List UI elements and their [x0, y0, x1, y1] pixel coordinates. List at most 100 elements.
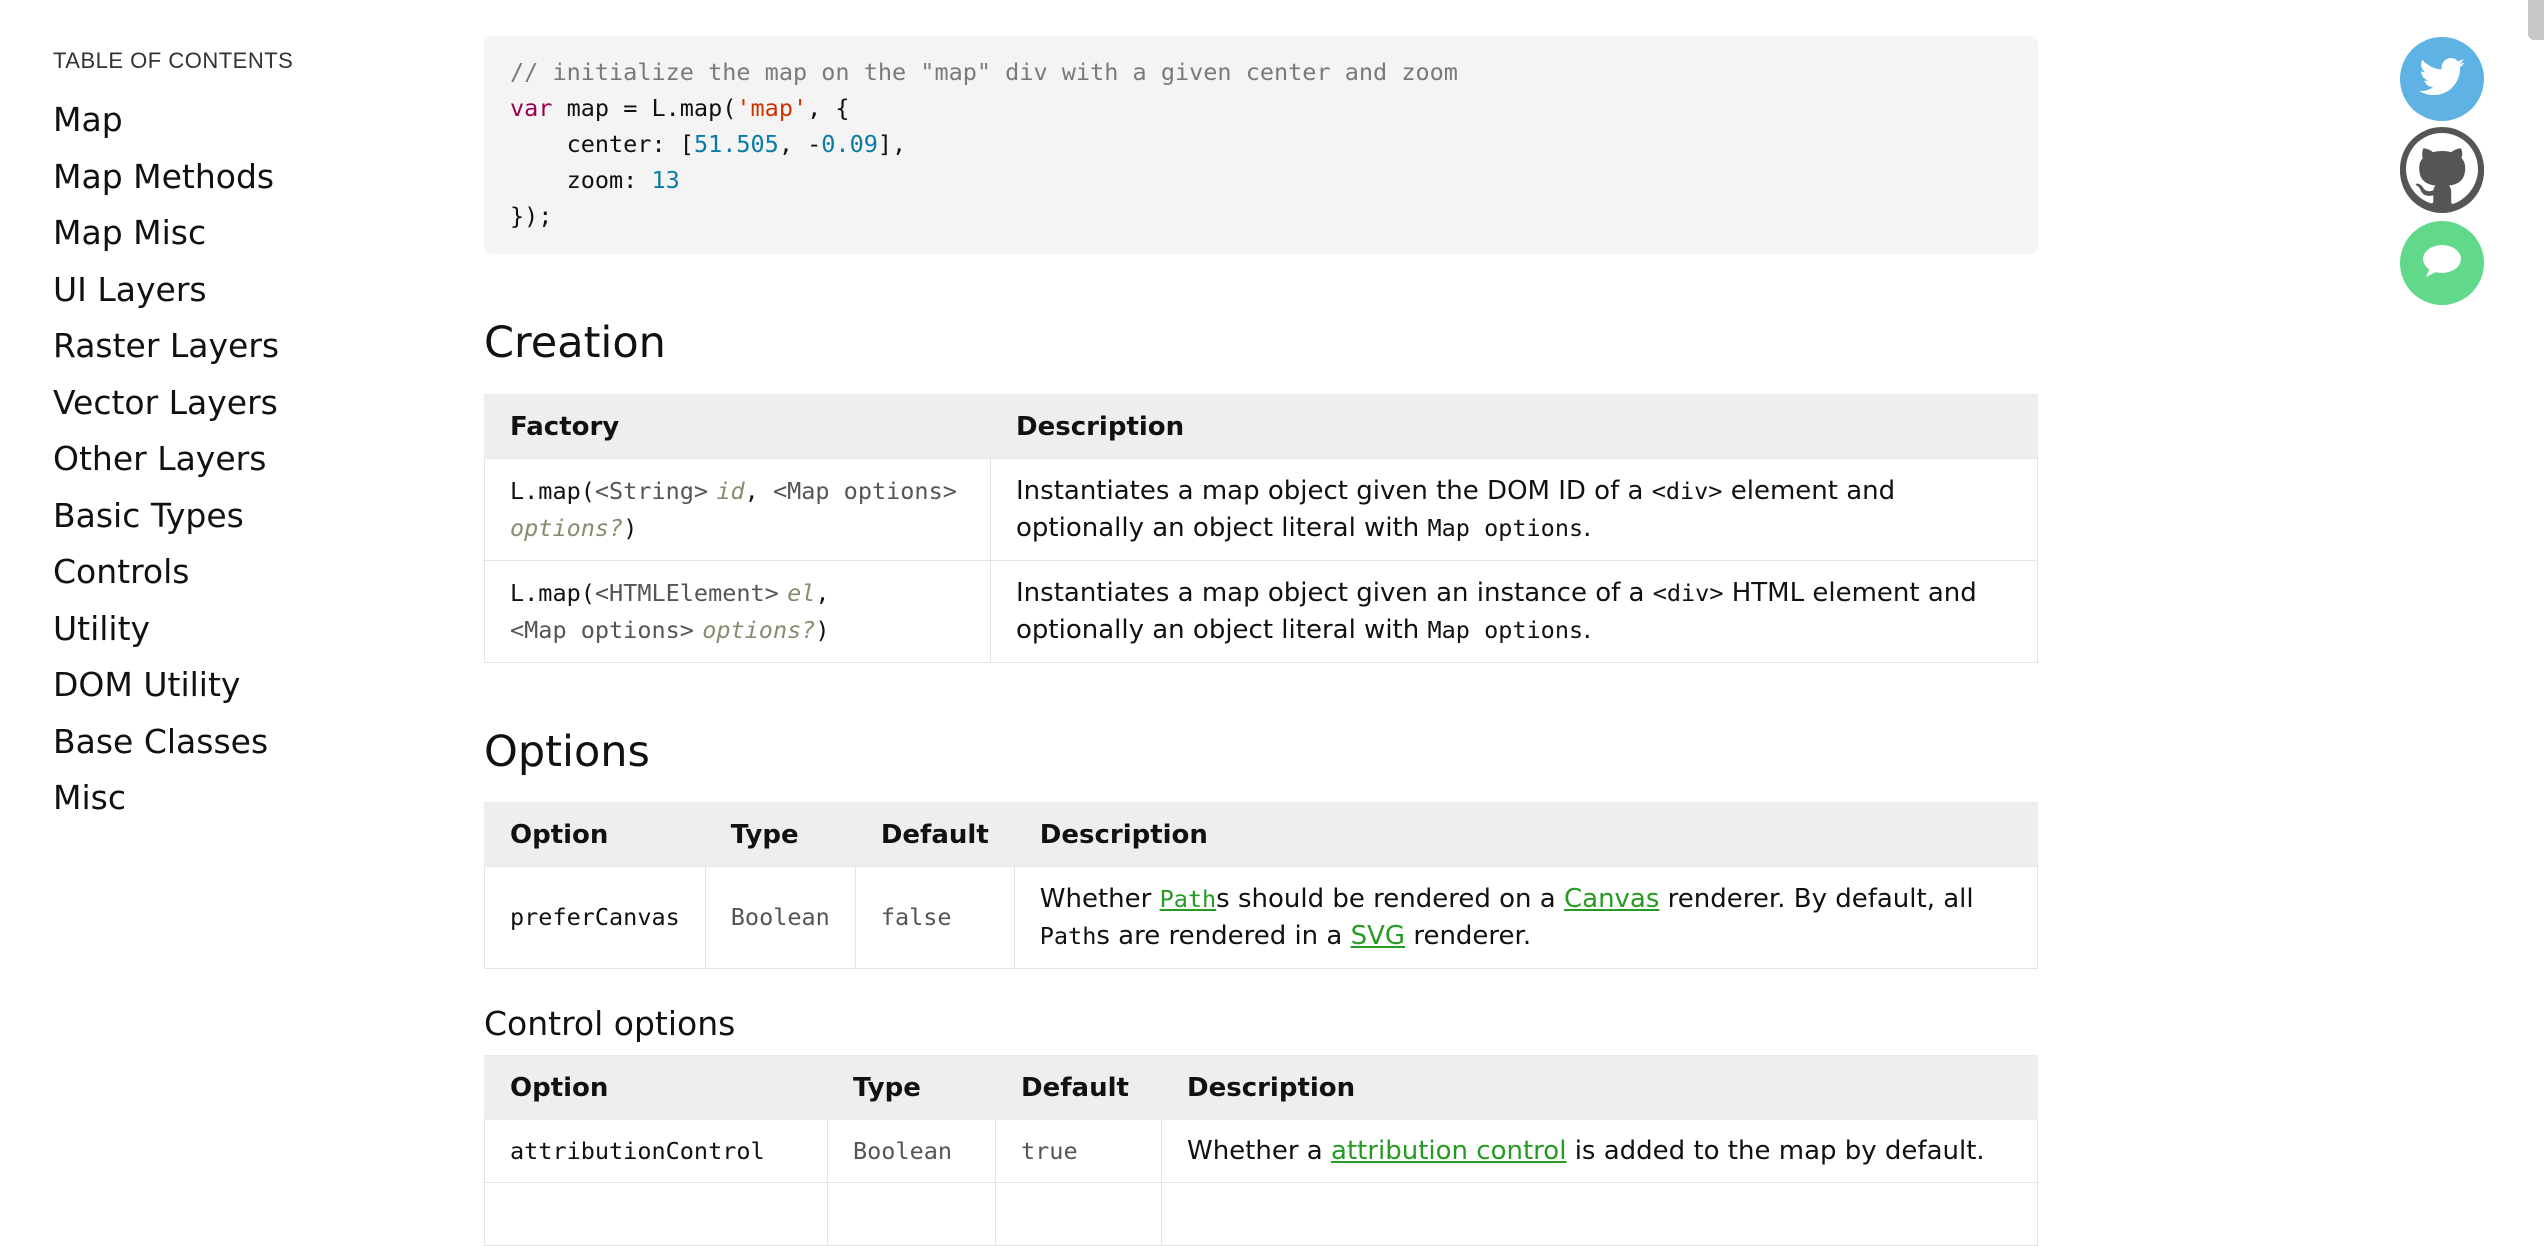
column-header-option: Option [484, 1055, 828, 1120]
control-options-table: Option Type Default Description attribut… [484, 1055, 2038, 1246]
inline-code: Map options [1427, 513, 1584, 542]
canvas-link[interactable]: Canvas [1564, 884, 1659, 914]
toc-item-map-misc[interactable]: Map Misc [53, 205, 373, 262]
table-header-row: Option Type Default Description [484, 802, 2039, 867]
option-default [995, 1182, 1162, 1246]
param-name: id [716, 476, 745, 505]
chat-button[interactable] [2400, 221, 2484, 305]
code-keyword: var [510, 94, 553, 122]
code-number: 0.09 [821, 130, 878, 158]
param-type: <Map options> [510, 615, 694, 644]
attribution-control-link[interactable]: attribution control [1331, 1136, 1566, 1166]
code-example: // initialize the map on the "map" div w… [484, 36, 2038, 254]
option-type: Boolean [704, 866, 856, 969]
description-text: Whether [1039, 883, 1160, 914]
table-header-row: Factory Description [484, 394, 2038, 459]
table-row: preferCanvas Boolean false Whether Paths… [484, 866, 2039, 969]
code-text: center: [ [510, 130, 694, 158]
description-cell [1161, 1182, 2038, 1246]
inline-code: Map options [1427, 615, 1584, 644]
param-type: <String> [594, 476, 709, 505]
option-default: true [995, 1119, 1162, 1183]
param-name: options? [702, 615, 816, 644]
toc-item-map[interactable]: Map [53, 92, 373, 149]
column-header-option: Option [484, 802, 706, 867]
option-type [827, 1182, 996, 1246]
toc-item-raster-layers[interactable]: Raster Layers [53, 318, 373, 375]
inline-code: <div> [1652, 578, 1724, 607]
table-row: L.map(<HTMLElement> el, <Map options> opt… [484, 560, 2038, 663]
code-text: }); [510, 202, 553, 230]
column-header-description: Description [1161, 1055, 2038, 1120]
column-header-default: Default [995, 1055, 1162, 1120]
option-default: false [854, 866, 1015, 969]
toc-item-controls[interactable]: Controls [53, 544, 373, 601]
section-heading-creation: Creation [484, 318, 666, 368]
param-name: options? [510, 513, 624, 542]
description-cell: Instantiates a map object given the DOM … [990, 458, 2038, 561]
param-separator: , [744, 476, 773, 505]
description-text: . [1583, 512, 1592, 543]
description-text: . [1583, 614, 1592, 645]
param-type: <HTMLElement> [594, 578, 779, 607]
code-text: , - [778, 130, 822, 158]
factory-call: L.map( [510, 578, 595, 607]
inline-code: Path [1039, 921, 1097, 950]
svg-link[interactable]: SVG [1351, 921, 1405, 951]
table-header-row: Option Type Default Description [484, 1055, 2038, 1120]
table-of-contents: TABLE OF CONTENTS Map Map Methods Map Mi… [53, 48, 373, 827]
column-header-type: Type [827, 1055, 996, 1120]
column-header-description: Description [990, 394, 2038, 459]
toc-item-misc[interactable]: Misc [53, 770, 373, 827]
github-button[interactable] [2400, 127, 2484, 215]
toc-item-other-layers[interactable]: Other Layers [53, 431, 373, 488]
option-name: preferCanvas [484, 866, 706, 969]
option-name: attributionControl [484, 1119, 828, 1183]
toc-item-utility[interactable]: Utility [53, 601, 373, 658]
code-number: 13 [651, 166, 680, 194]
toc-item-map-methods[interactable]: Map Methods [53, 149, 373, 206]
toc-item-vector-layers[interactable]: Vector Layers [53, 375, 373, 432]
code-comment: // initialize the map on the "map" div w… [510, 58, 1458, 86]
scrollbar-thumb[interactable] [2528, 0, 2544, 40]
description-cell: Whether a attribution control is added t… [1161, 1119, 2038, 1183]
table-row: L.map(<String> id, <Map options> options… [484, 458, 2038, 561]
toc-list: Map Map Methods Map Misc UI Layers Raste… [53, 92, 373, 827]
description-text: Instantiates a map object given the DOM … [1016, 475, 1652, 506]
toc-item-dom-utility[interactable]: DOM Utility [53, 657, 373, 714]
toc-heading: TABLE OF CONTENTS [53, 48, 294, 73]
factory-close: ) [815, 615, 830, 644]
table-row: attributionControl Boolean true Whether … [484, 1119, 2038, 1183]
description-text: renderer. [1405, 920, 1532, 951]
twitter-icon [2419, 58, 2465, 100]
table-row [484, 1182, 2038, 1246]
description-text: is added to the map by default. [1566, 1135, 1985, 1166]
description-text: s are rendered in a [1096, 920, 1351, 951]
options-table: Option Type Default Description preferCa… [484, 802, 2039, 969]
description-cell: Whether Paths should be rendered on a Ca… [1013, 866, 2039, 969]
param-name: el [787, 578, 816, 607]
factory-cell: L.map(<HTMLElement> el, <Map options> opt… [484, 560, 991, 663]
factory-close: ) [623, 513, 638, 542]
section-heading-options: Options [484, 727, 650, 777]
toc-item-basic-types[interactable]: Basic Types [53, 488, 373, 545]
github-icon [2400, 127, 2484, 215]
twitter-button[interactable] [2400, 37, 2484, 121]
column-header-factory: Factory [484, 394, 991, 459]
param-type: <Map options> [772, 476, 957, 505]
column-header-type: Type [704, 802, 856, 867]
description-cell: Instantiates a map object given an insta… [990, 560, 2038, 663]
chat-icon [2422, 244, 2462, 282]
creation-table: Factory Description L.map(<String> id, <… [484, 394, 2038, 663]
toc-item-ui-layers[interactable]: UI Layers [53, 262, 373, 319]
description-text: Whether a [1187, 1135, 1332, 1166]
path-link[interactable]: Path [1160, 885, 1217, 913]
inline-code: <div> [1651, 476, 1723, 505]
option-type: Boolean [827, 1119, 996, 1183]
factory-cell: L.map(<String> id, <Map options> options… [484, 458, 991, 561]
toc-item-base-classes[interactable]: Base Classes [53, 714, 373, 771]
code-text: , { [807, 94, 850, 122]
code-text: ], [877, 130, 907, 158]
subsection-heading-control-options: Control options [484, 1004, 736, 1043]
factory-call: L.map( [510, 476, 595, 505]
